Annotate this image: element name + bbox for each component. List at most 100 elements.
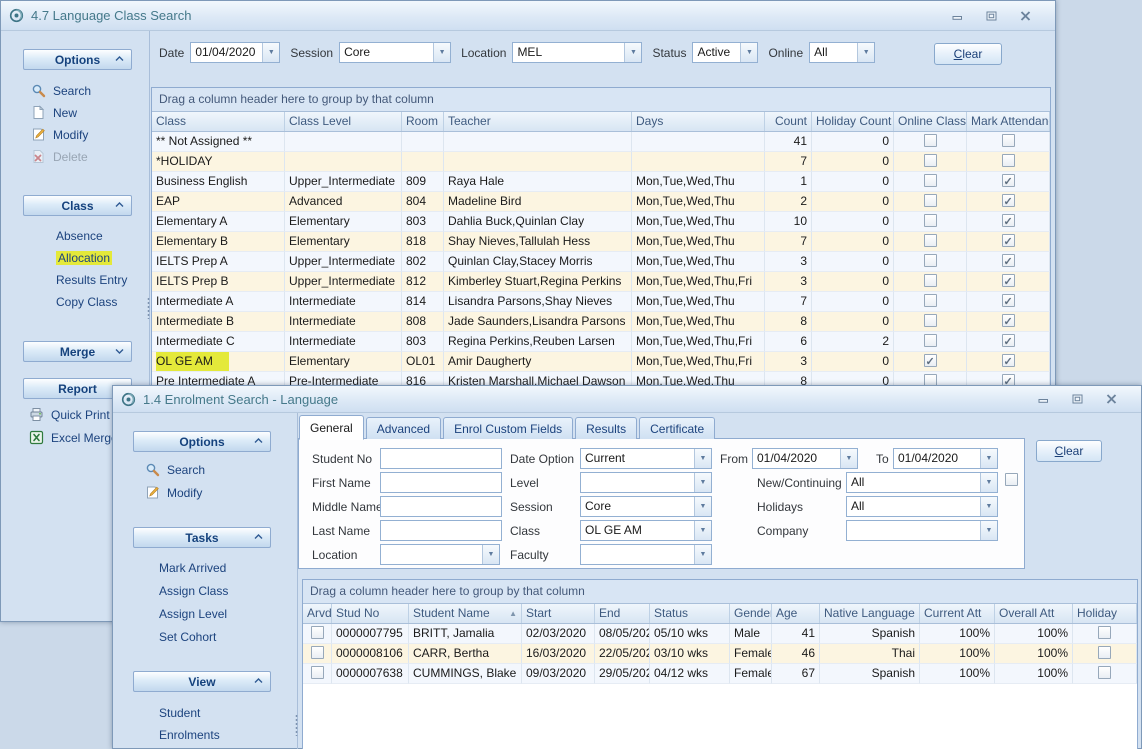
from-date-combo[interactable]: 01/04/2020▼ xyxy=(752,448,858,469)
column-header-count[interactable]: Count xyxy=(765,112,812,131)
holiday-checkbox[interactable] xyxy=(1098,666,1111,679)
date-option-combo[interactable]: Current▼ xyxy=(580,448,712,469)
sidebar-item-excel-merge[interactable]: Excel Merge xyxy=(29,430,118,445)
chevron-down-icon[interactable]: ▼ xyxy=(694,473,711,492)
chevron-down-icon[interactable]: ▼ xyxy=(980,449,997,468)
minimize-button[interactable] xyxy=(1033,392,1053,406)
mark-attendance-checkbox[interactable] xyxy=(1002,274,1015,287)
chevron-down-icon[interactable]: ▼ xyxy=(980,521,997,540)
student-no-input[interactable] xyxy=(380,448,502,469)
column-header-days[interactable]: Days xyxy=(632,112,765,131)
new-continuing-combo[interactable]: All▼ xyxy=(846,472,998,493)
online-class-checkbox[interactable] xyxy=(924,154,937,167)
mark-attendance-checkbox[interactable] xyxy=(1002,314,1015,327)
column-header-mark-attendance[interactable]: Mark Attendance xyxy=(967,112,1050,131)
online-class-checkbox[interactable] xyxy=(924,334,937,347)
tab-certificate[interactable]: Certificate xyxy=(639,417,715,439)
sidebar-item-results-entry[interactable]: Results Entry xyxy=(56,273,127,287)
online-class-checkbox[interactable] xyxy=(924,274,937,287)
chevron-down-icon[interactable]: ▼ xyxy=(262,43,279,62)
restore-button[interactable] xyxy=(1067,392,1087,406)
chevron-down-icon[interactable]: ▼ xyxy=(694,521,711,540)
clear-button[interactable]: Clear xyxy=(934,43,1002,65)
chevron-down-icon[interactable]: ▼ xyxy=(857,43,874,62)
chevron-down-icon[interactable]: ▼ xyxy=(694,545,711,564)
column-header-student-name[interactable]: ▲Student Name xyxy=(409,604,522,623)
tab-advanced[interactable]: Advanced xyxy=(366,417,441,439)
online-class-checkbox[interactable] xyxy=(924,214,937,227)
arrived-checkbox[interactable] xyxy=(311,626,324,639)
merge-panel-header[interactable]: Merge xyxy=(23,341,132,362)
mark-attendance-checkbox[interactable] xyxy=(1002,194,1015,207)
column-header-arvd[interactable]: Arvd xyxy=(303,604,332,623)
sidebar-item-modify[interactable]: Modify xyxy=(31,127,88,142)
chevron-down-icon[interactable]: ▼ xyxy=(980,497,997,516)
last-name-input[interactable] xyxy=(380,520,502,541)
class-combo[interactable]: OL GE AM▼ xyxy=(580,520,712,541)
sidebar-item-quick-print[interactable]: Quick Print xyxy=(29,407,110,422)
mark-attendance-checkbox[interactable] xyxy=(1002,154,1015,167)
class-table-row[interactable]: IELTS Prep B Upper_Intermediate 812 Kimb… xyxy=(152,272,1050,292)
options-panel-header[interactable]: Options xyxy=(23,49,132,70)
date-filter-combo[interactable]: 01/04/2020▼ xyxy=(190,42,280,63)
chevron-down-icon[interactable]: ▼ xyxy=(840,449,857,468)
class-table-row[interactable]: Intermediate C Intermediate 803 Regina P… xyxy=(152,332,1050,352)
tab-general[interactable]: General xyxy=(299,415,364,440)
chevron-down-icon[interactable]: ▼ xyxy=(694,449,711,468)
sidebar-item-new[interactable]: New xyxy=(31,105,77,120)
sidebar-item-allocation[interactable]: Allocation xyxy=(56,251,112,265)
level-combo[interactable]: ▼ xyxy=(580,472,712,493)
new-continuing-checkbox[interactable] xyxy=(1005,473,1018,486)
window1-titlebar[interactable]: 4.7 Language Class Search xyxy=(1,1,1055,31)
column-header-holiday[interactable]: Holiday xyxy=(1073,604,1137,623)
column-header-online-class[interactable]: Online Class xyxy=(894,112,967,131)
chevron-down-icon[interactable]: ▼ xyxy=(482,545,499,564)
tasks-panel-header[interactable]: Tasks xyxy=(133,527,271,548)
student-table-row[interactable]: 0000007638 CUMMINGS, Blake 09/03/2020 29… xyxy=(303,664,1137,684)
student-table-row[interactable]: 0000008106 CARR, Bertha 16/03/2020 22/05… xyxy=(303,644,1137,664)
column-header-age[interactable]: Age xyxy=(772,604,820,623)
class-table-row[interactable]: ** Not Assigned ** 41 0 xyxy=(152,132,1050,152)
column-header-gender[interactable]: Gender xyxy=(730,604,772,623)
class-table-row[interactable]: Elementary B Elementary 818 Shay Nieves,… xyxy=(152,232,1050,252)
sidebar-item-absence[interactable]: Absence xyxy=(56,229,103,243)
close-icon[interactable] xyxy=(1015,9,1035,23)
column-header-status[interactable]: Status xyxy=(650,604,730,623)
window2-titlebar[interactable]: 1.4 Enrolment Search - Language xyxy=(113,386,1141,413)
restore-button[interactable] xyxy=(981,9,1001,23)
mark-attendance-checkbox[interactable] xyxy=(1002,354,1015,367)
to-date-combo[interactable]: 01/04/2020▼ xyxy=(893,448,998,469)
class-panel-header[interactable]: Class xyxy=(23,195,132,216)
tab-results[interactable]: Results xyxy=(575,417,637,439)
clear-button[interactable]: Clear xyxy=(1036,440,1102,462)
chevron-down-icon[interactable]: ▼ xyxy=(980,473,997,492)
column-header-end[interactable]: End xyxy=(595,604,650,623)
location-combo[interactable]: ▼ xyxy=(380,544,500,565)
chevron-down-icon[interactable]: ▼ xyxy=(624,43,641,62)
holiday-checkbox[interactable] xyxy=(1098,646,1111,659)
sidebar-item-enrolments[interactable]: Enrolments xyxy=(159,728,220,742)
online-class-checkbox[interactable] xyxy=(924,314,937,327)
column-header-class[interactable]: Class xyxy=(152,112,285,131)
view-panel-header[interactable]: View xyxy=(133,671,271,692)
sidebar-item-modify[interactable]: Modify xyxy=(145,485,202,500)
close-icon[interactable] xyxy=(1101,392,1121,406)
splitter-handle[interactable] xyxy=(295,714,298,736)
sidebar-item-student[interactable]: Student xyxy=(159,706,200,720)
sidebar-item-copy-class[interactable]: Copy Class xyxy=(56,295,117,309)
column-header-teacher[interactable]: Teacher xyxy=(444,112,632,131)
chevron-down-icon[interactable]: ▼ xyxy=(694,497,711,516)
mark-attendance-checkbox[interactable] xyxy=(1002,234,1015,247)
sidebar-item-search[interactable]: Search xyxy=(145,462,205,477)
online-class-checkbox[interactable] xyxy=(924,234,937,247)
class-table-row[interactable]: Intermediate B Intermediate 808 Jade Sau… xyxy=(152,312,1050,332)
faculty-combo[interactable]: ▼ xyxy=(580,544,712,565)
online-class-checkbox[interactable] xyxy=(924,134,937,147)
holidays-combo[interactable]: All▼ xyxy=(846,496,998,517)
column-header-current-att[interactable]: Current Att xyxy=(920,604,995,623)
chevron-down-icon[interactable]: ▼ xyxy=(433,43,450,62)
sidebar-item-search[interactable]: Search xyxy=(31,83,91,98)
column-header-overall-att[interactable]: Overall Att xyxy=(995,604,1073,623)
splitter-handle[interactable] xyxy=(147,297,150,319)
sidebar-item-set-cohort[interactable]: Set Cohort xyxy=(159,630,216,644)
